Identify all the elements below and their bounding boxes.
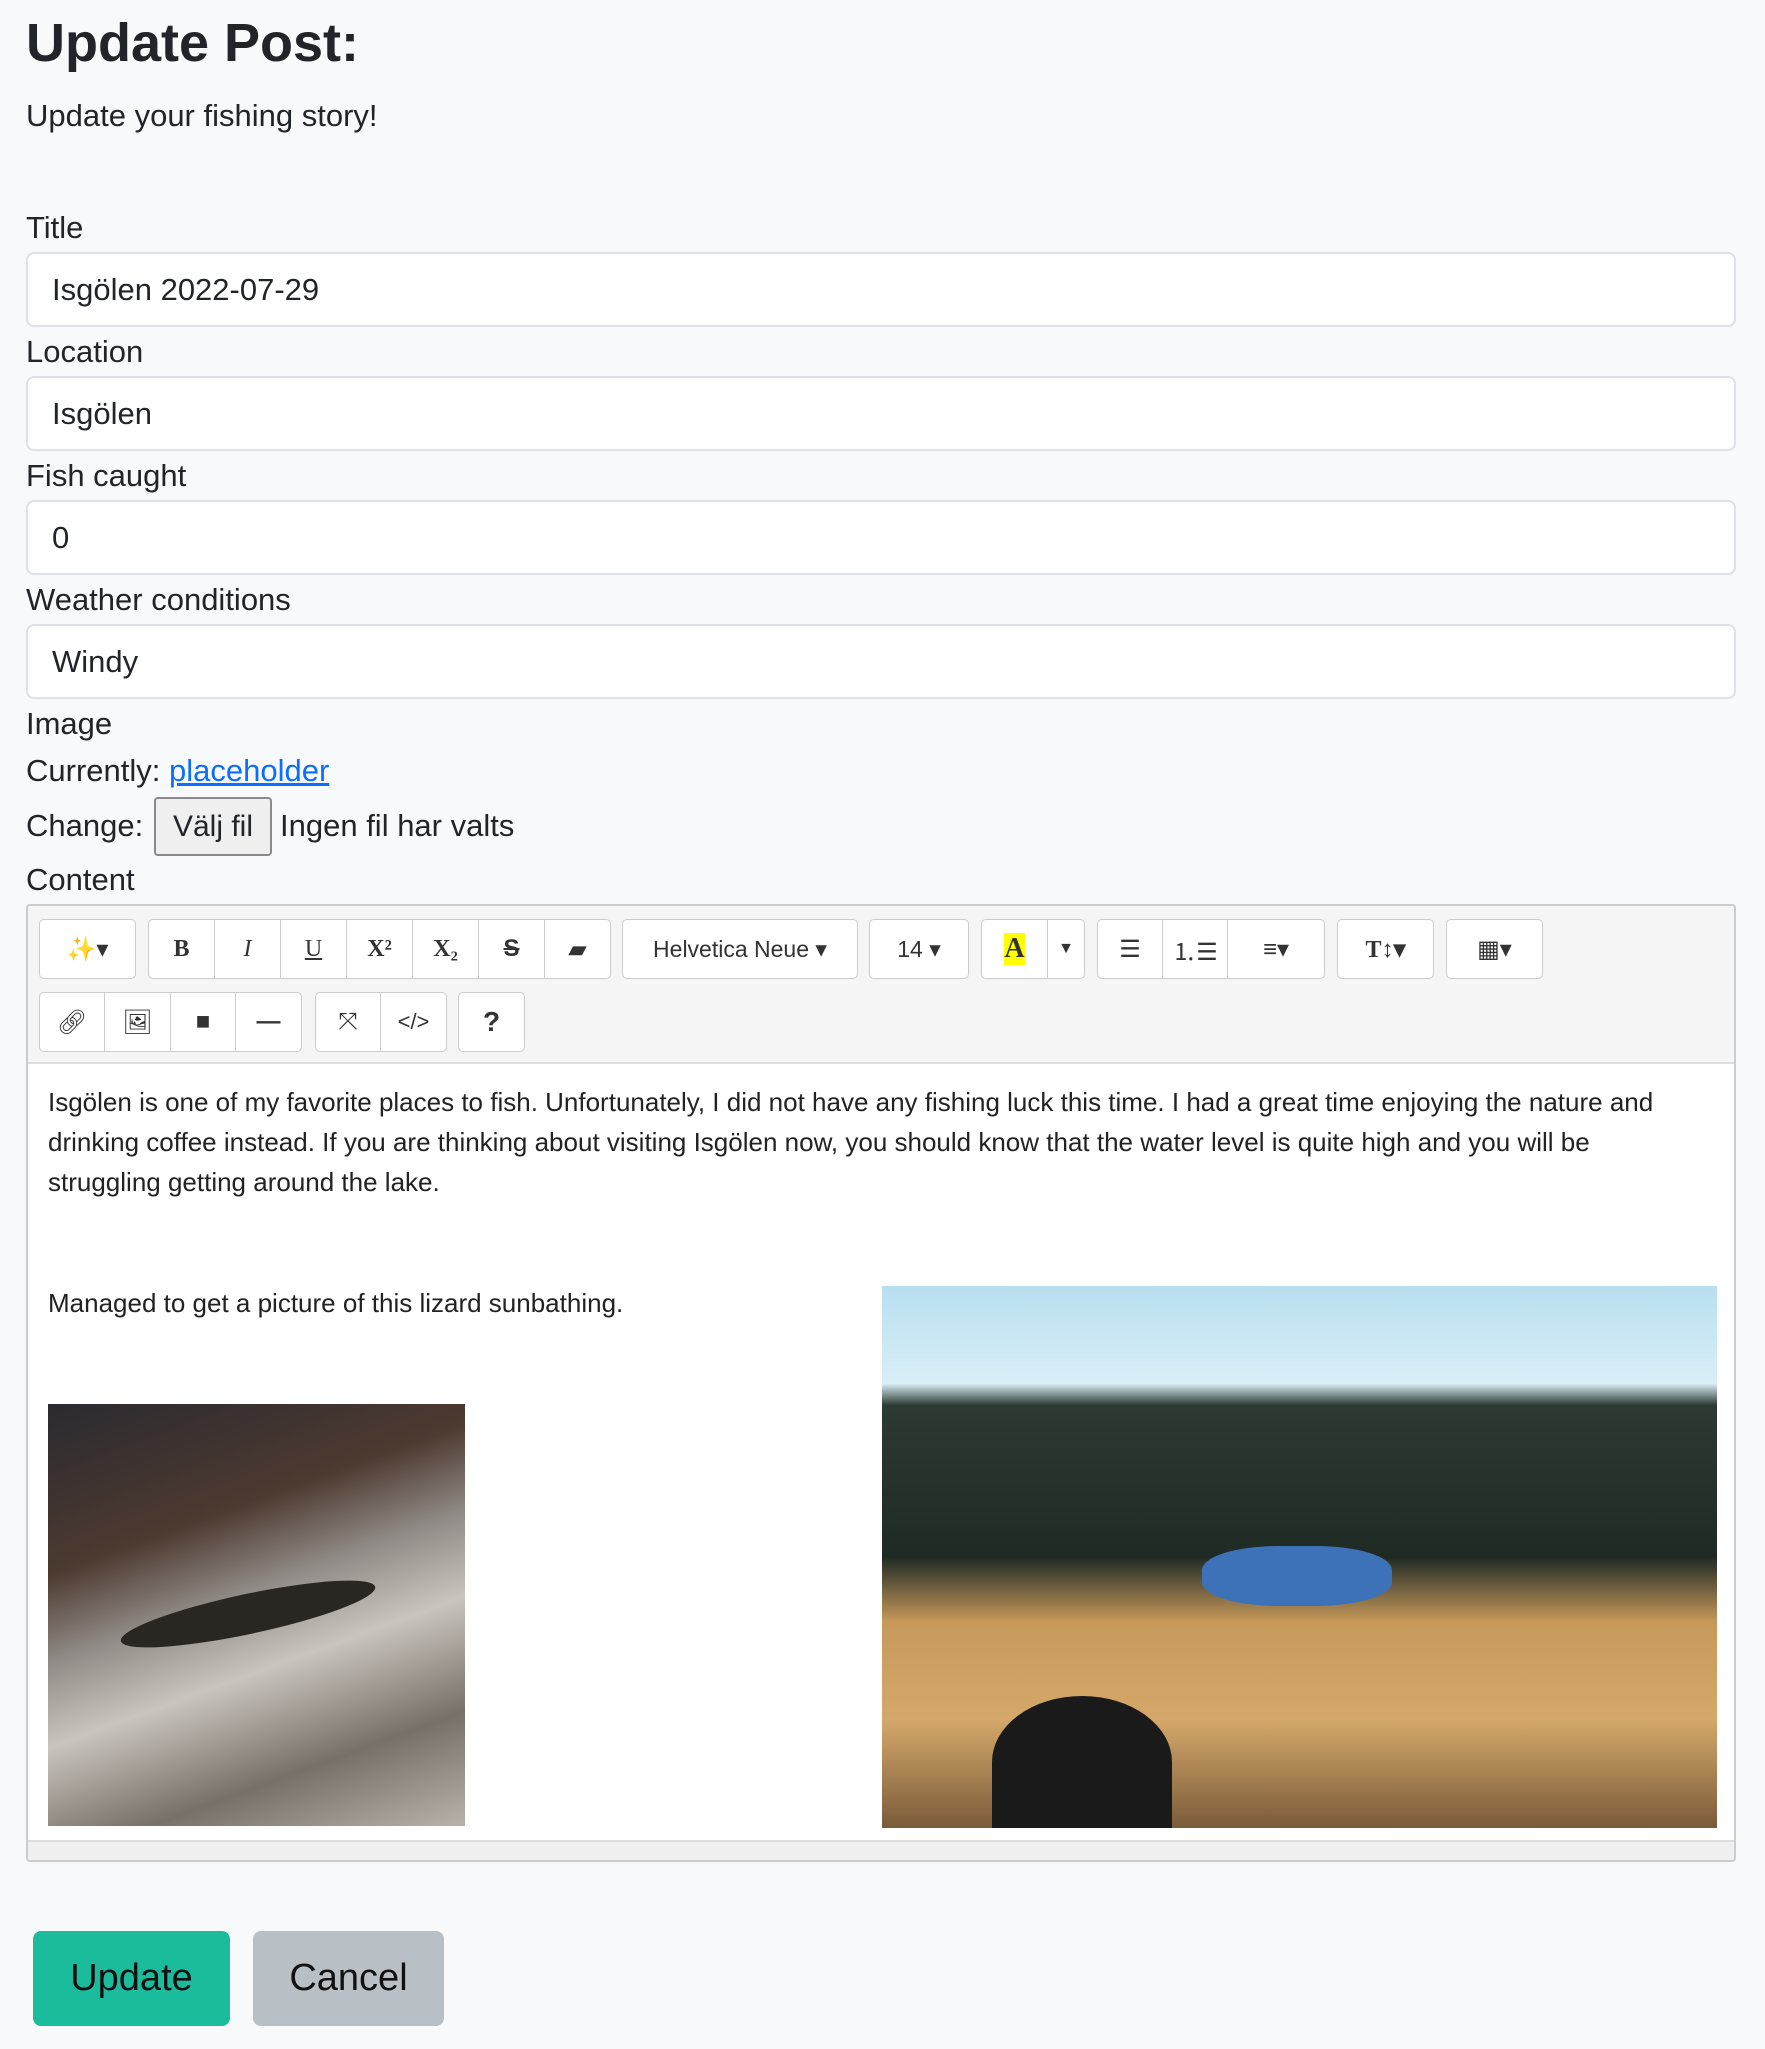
weather-input[interactable]: Windy <box>26 624 1736 699</box>
change-label: Change: <box>26 808 144 843</box>
weather-label: Weather conditions <box>26 582 291 617</box>
line-height-icon[interactable]: T↕▾ <box>1337 919 1434 979</box>
font-name: Helvetica Neue <box>653 935 810 962</box>
bold-icon[interactable]: B <box>148 919 215 979</box>
lizard-image <box>48 1404 465 1826</box>
location-input[interactable]: Isgölen <box>26 376 1736 451</box>
current-image-link[interactable]: placeholder <box>169 753 329 788</box>
unordered-list-icon[interactable]: ☰ <box>1097 919 1163 979</box>
help-icon[interactable]: ? <box>458 992 525 1052</box>
subscript-icon[interactable]: X₂ <box>412 919 479 979</box>
superscript-icon[interactable]: X² <box>346 919 413 979</box>
italic-icon[interactable]: I <box>214 919 281 979</box>
file-status: Ingen fil har valts <box>280 808 515 843</box>
color-letter: A <box>1004 933 1025 965</box>
content-paragraph: Isgölen is one of my favorite places to … <box>48 1087 1654 1197</box>
title-input[interactable]: Isgölen 2022-07-29 <box>26 252 1736 327</box>
font-family-dropdown[interactable]: Helvetica Neue ▾ <box>622 919 858 979</box>
fish-caught-label: Fish caught <box>26 458 187 493</box>
ordered-list-icon[interactable]: ⒈☰ <box>1162 919 1228 979</box>
underline-icon[interactable]: U <box>280 919 347 979</box>
page-title: Update Post: <box>26 13 360 73</box>
update-button[interactable]: Update <box>33 1931 230 2026</box>
strikethrough-icon[interactable]: S <box>478 919 545 979</box>
currently-row: Currently: placeholder <box>26 753 329 789</box>
location-label: Location <box>26 334 144 369</box>
lake-image <box>882 1286 1717 1828</box>
align-icon[interactable]: ≡▾ <box>1227 919 1325 979</box>
image-label: Image <box>26 706 113 741</box>
horizontal-rule-icon[interactable]: — <box>235 992 302 1052</box>
code-view-icon[interactable]: </> <box>380 992 447 1052</box>
currently-label: Currently: <box>26 753 161 788</box>
fullscreen-icon[interactable]: ⤧ <box>315 992 381 1052</box>
link-icon[interactable]: 🔗︎ <box>39 992 105 1052</box>
text-color-button[interactable]: A <box>981 919 1048 979</box>
rich-text-editor[interactable]: ✨▾ B I U X² X₂ S ▰ Helvetica Neue ▾ 14 ▾… <box>26 904 1736 1862</box>
choose-file-button[interactable]: Välj fil <box>154 797 272 856</box>
editor-toolbar: ✨▾ B I U X² X₂ S ▰ Helvetica Neue ▾ 14 ▾… <box>28 906 1734 1064</box>
title-label: Title <box>26 210 84 245</box>
font-size: 14 <box>897 935 923 962</box>
fish-caught-input[interactable]: 0 <box>26 500 1736 575</box>
content-caption: Managed to get a picture of this lizard … <box>48 1288 624 1318</box>
cancel-button[interactable]: Cancel <box>253 1931 444 2026</box>
table-icon[interactable]: ▦▾ <box>1446 919 1543 979</box>
magic-style-icon[interactable]: ✨▾ <box>39 919 136 979</box>
picture-icon[interactable]: 🖼︎ <box>104 992 171 1052</box>
editor-resize-bar[interactable] <box>28 1840 1734 1860</box>
content-label: Content <box>26 862 135 897</box>
font-size-dropdown[interactable]: 14 ▾ <box>869 919 969 979</box>
video-icon[interactable]: ■ <box>170 992 236 1052</box>
color-dropdown-icon[interactable]: ▼ <box>1047 919 1085 979</box>
eraser-icon[interactable]: ▰ <box>544 919 611 979</box>
page-subtitle: Update your fishing story! <box>26 98 378 133</box>
